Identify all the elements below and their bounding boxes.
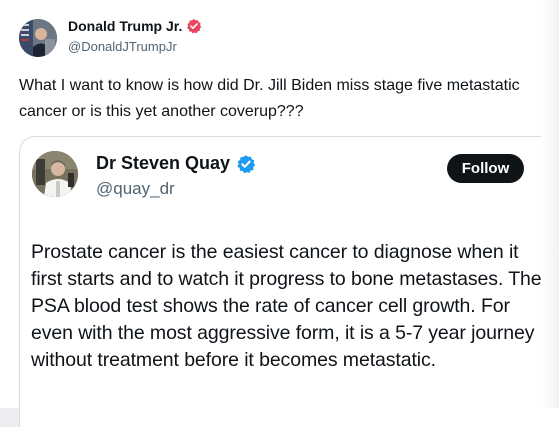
outer-author-handle[interactable]: @DonaldJTrumpJr	[68, 39, 177, 54]
quoted-author-handle[interactable]: @quay_dr	[96, 179, 175, 199]
verified-badge-icon	[236, 154, 256, 174]
quoted-author-row: Dr Steven Quay	[96, 153, 256, 174]
quoted-post[interactable]: Dr Steven Quay @quay_dr Follow Prostate …	[19, 136, 559, 427]
outer-author-name[interactable]: Donald Trump Jr.	[68, 18, 182, 34]
outer-author-row: Donald Trump Jr.	[68, 18, 202, 34]
outer-author-avatar[interactable]	[19, 19, 57, 57]
outer-post-text: What I want to know is how did Dr. Jill …	[19, 77, 520, 120]
quoted-author-name[interactable]: Dr Steven Quay	[96, 153, 230, 174]
page-edge	[541, 0, 559, 408]
verified-badge-icon	[186, 18, 202, 34]
outer-post: Donald Trump Jr. @DonaldJTrumpJr What I …	[0, 0, 559, 427]
follow-button[interactable]: Follow	[447, 154, 524, 183]
quoted-post-text: Prostate cancer is the easiest cancer to…	[31, 241, 542, 371]
quoted-author-avatar[interactable]	[32, 151, 78, 197]
